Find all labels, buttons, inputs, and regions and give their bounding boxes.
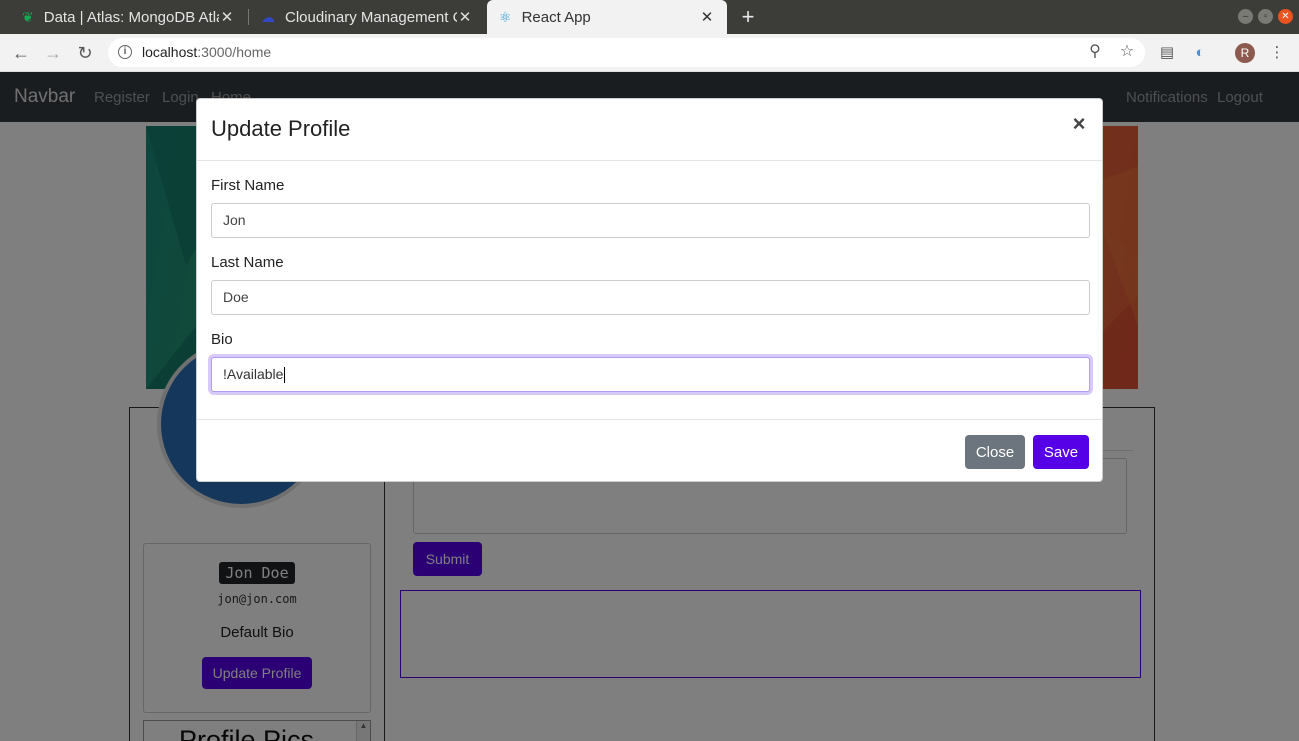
- react-icon: ⚛: [499, 8, 512, 25]
- reload-icon[interactable]: ↻: [72, 40, 98, 66]
- browser-toolbar: ← → ↻ i localhost:3000/home ⚲ ☆ ▤ ◐ R ⋮: [0, 34, 1299, 72]
- browser-menu-icon[interactable]: ⋮: [1266, 42, 1288, 64]
- modal-header: Update Profile ×: [197, 99, 1102, 161]
- close-icon[interactable]: ×: [1068, 111, 1090, 137]
- last-name-label: Last Name: [211, 254, 284, 271]
- cloudinary-icon: ☁: [261, 8, 275, 25]
- minimize-window-icon[interactable]: –: [1238, 9, 1253, 24]
- url-text[interactable]: localhost:3000/home: [142, 44, 271, 60]
- close-button[interactable]: Close: [965, 435, 1025, 469]
- tab-title: React App: [521, 8, 591, 26]
- close-tab-icon[interactable]: ✕: [219, 8, 235, 26]
- browser-tab-bar: ❦ Data | Atlas: MongoDB Atlas ✕ ☁ Cloudi…: [0, 0, 1299, 34]
- url-host: localhost: [142, 44, 198, 60]
- new-tab-icon[interactable]: +: [736, 4, 760, 30]
- close-window-icon[interactable]: ✕: [1278, 9, 1293, 24]
- info-icon[interactable]: i: [118, 45, 132, 59]
- tab-title: Data | Atlas: MongoDB Atlas: [43, 8, 219, 26]
- mongodb-leaf-icon: ❦: [22, 8, 34, 25]
- modal-footer: Close Save: [197, 419, 1102, 482]
- close-tab-icon[interactable]: ✕: [699, 8, 715, 26]
- maximize-window-icon[interactable]: ▫: [1258, 9, 1273, 24]
- extension-document-icon[interactable]: ▤: [1156, 42, 1178, 64]
- bio-input[interactable]: !Available: [211, 357, 1090, 392]
- bio-input-value: !Available: [223, 366, 284, 382]
- save-button[interactable]: Save: [1033, 435, 1089, 469]
- browser-profile-avatar[interactable]: R: [1235, 43, 1255, 63]
- url-path: :3000/home: [197, 44, 272, 60]
- address-bar[interactable]: i localhost:3000/home ⚲ ☆: [108, 38, 1145, 67]
- forward-arrow-icon[interactable]: →: [40, 40, 66, 66]
- first-name-label: First Name: [211, 177, 285, 194]
- browser-tab-react[interactable]: ⚛ React App ✕: [487, 0, 727, 34]
- modal-title: Update Profile: [211, 116, 351, 141]
- first-name-input[interactable]: Jon: [211, 203, 1090, 238]
- tab-title: Cloudinary Management C: [285, 8, 457, 26]
- bio-label: Bio: [211, 331, 233, 348]
- back-arrow-icon[interactable]: ←: [8, 40, 34, 66]
- close-tab-icon[interactable]: ✕: [457, 8, 473, 26]
- browser-tab-cloudinary[interactable]: ☁ Cloudinary Management C ✕: [249, 0, 485, 34]
- bookmark-star-icon[interactable]: ☆: [1117, 42, 1137, 62]
- text-caret: [284, 367, 286, 384]
- extension-icon[interactable]: ◐: [1189, 42, 1211, 64]
- browser-tab-mongodb[interactable]: ❦ Data | Atlas: MongoDB Atlas ✕: [10, 0, 247, 34]
- zoom-icon[interactable]: ⚲: [1085, 42, 1105, 62]
- last-name-input[interactable]: Doe: [211, 280, 1090, 315]
- update-profile-modal: Update Profile × First Name Jon Last Nam…: [196, 98, 1103, 482]
